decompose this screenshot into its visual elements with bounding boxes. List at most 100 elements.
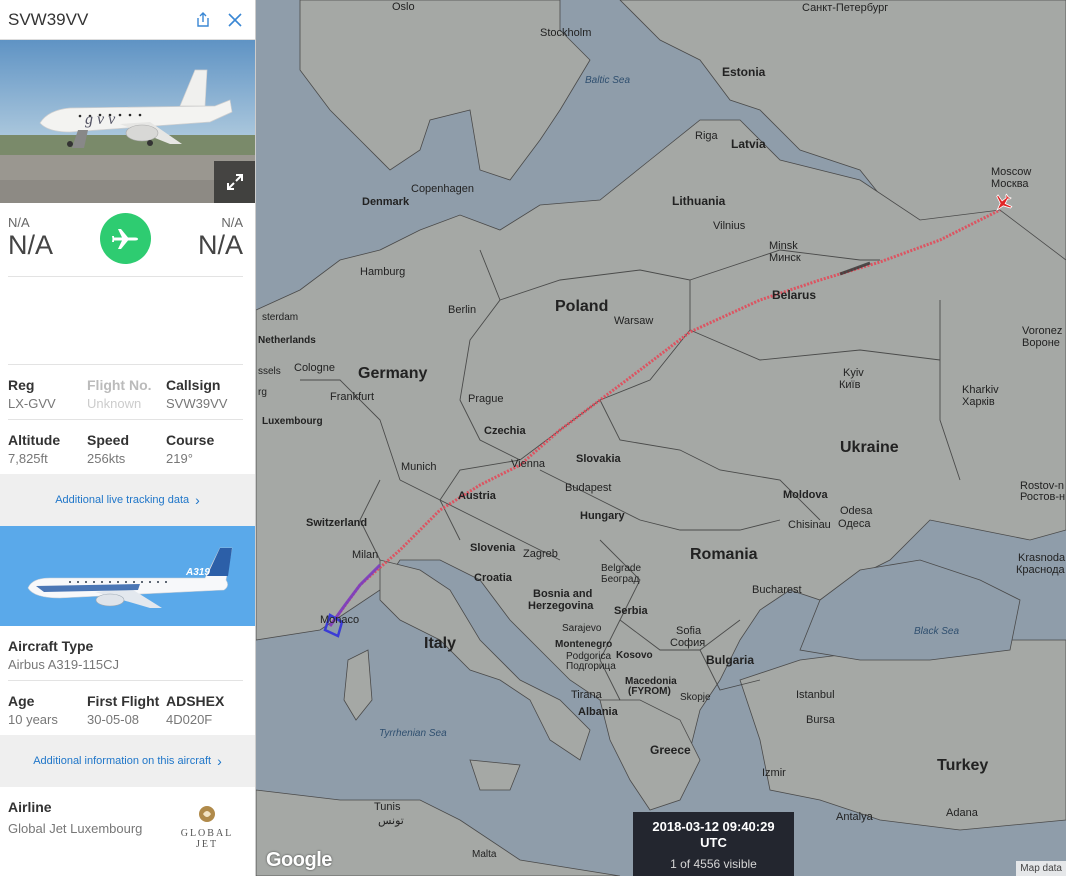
svg-text:Monaco: Monaco xyxy=(320,614,359,626)
svg-text:Prague: Prague xyxy=(468,393,503,405)
altitude-cell: Altitude 7,825ft xyxy=(8,432,87,466)
svg-text:Bulgaria: Bulgaria xyxy=(706,653,754,667)
svg-text:Bursa: Bursa xyxy=(806,714,836,726)
country-label: Turkey xyxy=(937,757,988,774)
svg-text:Подгорица: Подгорица xyxy=(566,661,616,672)
model-badge: A319 xyxy=(185,567,210,578)
svg-text:Харків: Харків xyxy=(962,396,995,408)
svg-text:Moscow: Moscow xyxy=(991,166,1031,178)
svg-text:Cologne: Cologne xyxy=(294,362,335,374)
svg-text:Lithuania: Lithuania xyxy=(672,194,726,208)
reg-value: LX-GVV xyxy=(8,396,56,411)
country-label: Belarus xyxy=(772,288,816,302)
svg-text:Tirana: Tirana xyxy=(571,689,603,701)
adshex-label: ADSHEX xyxy=(166,693,225,709)
chevron-right-icon: › xyxy=(195,492,200,508)
svg-text:Voronez: Voronez xyxy=(1022,325,1062,337)
origin-city: N/A xyxy=(8,230,54,260)
svg-text:Sofia: Sofia xyxy=(676,625,702,637)
svg-text:Switzerland: Switzerland xyxy=(306,517,367,529)
svg-text:Adana: Adana xyxy=(946,807,979,819)
flight-progress-area xyxy=(8,277,243,365)
live-tracking-link[interactable]: Additional live tracking data › xyxy=(0,474,255,526)
svg-text:Київ: Київ xyxy=(839,379,861,391)
svg-text:Milan: Milan xyxy=(352,549,378,561)
svg-text:Antalya: Antalya xyxy=(836,811,874,823)
speed-cell: Speed 256kts xyxy=(87,432,166,466)
svg-text:Вороне: Вороне xyxy=(1022,337,1060,349)
svg-text:Warsaw: Warsaw xyxy=(614,315,653,327)
aircraft-info-label[interactable]: Additional information on this aircraft xyxy=(33,755,211,767)
destination-code: N/A xyxy=(221,215,243,230)
speed-value: 256kts xyxy=(87,451,126,466)
svg-text:Moldova: Moldova xyxy=(783,489,828,501)
svg-text:Москва: Москва xyxy=(991,178,1029,190)
panel-header: SVW39VV xyxy=(0,0,255,40)
svg-text:Latvia: Latvia xyxy=(731,137,766,151)
callsign-cell: Callsign SVW39VV xyxy=(166,377,246,411)
share-icon[interactable] xyxy=(191,8,215,32)
airborne-plane-icon xyxy=(100,213,151,264)
origin-code: N/A xyxy=(8,215,30,230)
adshex-cell: ADSHEX 4D020F xyxy=(166,693,246,727)
speed-label: Speed xyxy=(87,432,130,448)
svg-text:Tunis: Tunis xyxy=(374,801,401,813)
svg-text:Berlin: Berlin xyxy=(448,304,476,316)
age-cell: Age 10 years xyxy=(8,693,87,727)
flightno-value: Unknown xyxy=(87,396,142,411)
svg-text:Београд: Београд xyxy=(601,574,639,585)
svg-text:Bosnia and: Bosnia and xyxy=(533,588,592,600)
svg-text:Estonia: Estonia xyxy=(722,65,766,79)
svg-text:Krasnoda: Krasnoda xyxy=(1018,552,1066,564)
svg-text:Санкт-Петербург: Санкт-Петербург xyxy=(802,2,888,14)
svg-text:Kyiv: Kyiv xyxy=(843,367,864,379)
svg-text:Riga: Riga xyxy=(695,130,719,142)
course-label: Course xyxy=(166,432,215,448)
reg-label: Reg xyxy=(8,377,35,393)
aircraft-info-link[interactable]: Additional information on this aircraft … xyxy=(0,735,255,787)
live-tracking-label[interactable]: Additional live tracking data xyxy=(55,494,189,506)
svg-text:Odesa: Odesa xyxy=(840,505,873,517)
svg-text:Croatia: Croatia xyxy=(474,572,513,584)
svg-text:Vilnius: Vilnius xyxy=(713,220,746,232)
country-label: Ukraine xyxy=(840,439,899,456)
svg-text:Bucharest: Bucharest xyxy=(752,584,802,596)
age-label: Age xyxy=(8,693,35,709)
svg-text:Oslo: Oslo xyxy=(392,1,415,13)
expand-icon xyxy=(227,174,243,190)
aircraft-panel: SVW39VV g v v N/A N/A N/A N/A Reg LX-GVV… xyxy=(0,0,256,876)
svg-text:София: София xyxy=(670,637,705,649)
svg-text:Minsk: Minsk xyxy=(769,240,798,252)
svg-text:Stockholm: Stockholm xyxy=(540,27,591,39)
altitude-value: 7,825ft xyxy=(8,451,48,466)
map-attribution[interactable]: Map data xyxy=(1016,861,1066,876)
callsign-value: SVW39VV xyxy=(166,396,228,411)
svg-text:Минск: Минск xyxy=(769,252,801,264)
country-label: Romania xyxy=(690,546,758,563)
svg-text:Black Sea: Black Sea xyxy=(914,626,959,637)
svg-text:sterdam: sterdam xyxy=(262,312,298,323)
chevron-right-icon: › xyxy=(217,753,222,769)
country-label: Germany xyxy=(358,365,427,382)
country-label: Italy xyxy=(424,635,456,652)
svg-text:Albania: Albania xyxy=(578,706,619,718)
svg-text:تونس: تونس xyxy=(378,815,404,827)
flightno-label: Flight No. xyxy=(87,377,152,393)
svg-text:Izmir: Izmir xyxy=(762,767,786,779)
svg-text:Slovenia: Slovenia xyxy=(470,542,516,554)
expand-photo-button[interactable] xyxy=(214,161,255,203)
svg-text:Malta: Malta xyxy=(472,849,497,860)
svg-text:Zagreb: Zagreb xyxy=(523,548,558,560)
airline-logo: GLOBAL JET xyxy=(171,805,243,850)
age-value: 10 years xyxy=(8,712,58,727)
svg-text:Tyrrhenian Sea: Tyrrhenian Sea xyxy=(379,728,447,739)
close-icon[interactable] xyxy=(223,8,247,32)
destination-city: N/A xyxy=(197,230,243,260)
aircraft-type-value: Airbus A319-115CJ xyxy=(8,657,120,672)
course-value: 219° xyxy=(166,451,193,466)
svg-text:Denmark: Denmark xyxy=(362,196,410,208)
svg-text:Netherlands: Netherlands xyxy=(258,335,316,346)
aircraft-photo[interactable]: g v v xyxy=(0,40,255,203)
reg-cell: Reg LX-GVV xyxy=(8,377,87,411)
svg-text:Herzegovina: Herzegovina xyxy=(528,600,594,612)
